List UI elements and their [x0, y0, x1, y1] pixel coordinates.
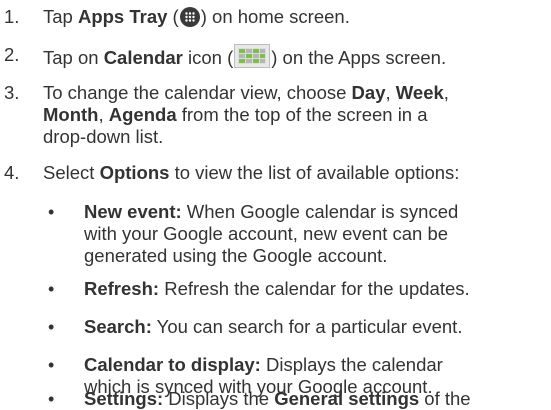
text-fragment: icon ( — [182, 47, 234, 68]
text-fragment: Displays the calendar — [260, 354, 443, 375]
bullet: • — [48, 279, 55, 299]
step-text: Tap Apps Tray ( ) on home screen. — [43, 6, 548, 32]
step-number: 4. — [4, 162, 20, 183]
text-fragment: To change the calendar view, choose — [43, 82, 352, 103]
text-fragment: When Google calendar is synced — [181, 201, 459, 222]
step-text: Select Options to view the list of avail… — [43, 162, 548, 184]
text-fragment: Tap — [43, 6, 78, 27]
option-label: New event: — [84, 201, 182, 222]
option-text: Settings: Displays the General settings … — [84, 388, 548, 410]
text-fragment: drop-down list. — [43, 126, 164, 147]
agenda-label: Agenda — [108, 104, 177, 125]
step-text: To change the calendar view, choose Day,… — [43, 82, 548, 148]
option-text: Search: You can search for a particular … — [84, 316, 548, 338]
text-fragment: Refresh the calendar for the updates. — [159, 278, 470, 299]
general-settings-label: General settings — [274, 388, 420, 409]
calendar-icon-wrap — [233, 44, 271, 73]
text-fragment: Tap on — [43, 47, 104, 68]
text-fragment: , — [385, 82, 396, 103]
text-fragment: generated using the Google account. — [84, 245, 388, 266]
option-label: Refresh: — [84, 278, 160, 299]
options-label: Options — [99, 162, 170, 183]
apps-tray-label: Apps Tray — [77, 6, 168, 27]
option-label: Search: — [84, 316, 152, 337]
option-text: Refresh: Refresh the calendar for the up… — [84, 278, 548, 300]
text-fragment: ) on home screen. — [200, 6, 350, 27]
text-fragment: ( — [167, 6, 179, 27]
day-label: Day — [351, 82, 386, 103]
calendar-label: Calendar — [103, 47, 183, 68]
bullet: • — [48, 355, 55, 375]
step-number: 3. — [4, 82, 20, 103]
text-fragment: Select — [43, 162, 100, 183]
text-fragment: ) on the Apps screen. — [271, 47, 447, 68]
month-label: Month — [43, 104, 99, 125]
step-number: 1. — [4, 6, 20, 27]
bullet: • — [48, 389, 55, 409]
text-fragment: of the — [419, 388, 471, 409]
text-fragment: Displays the — [163, 388, 275, 409]
option-label: Settings: — [84, 388, 164, 409]
text-fragment: from the top of the screen in a — [176, 104, 428, 125]
bullet: • — [48, 317, 55, 337]
apps-tray-icon-wrap — [179, 7, 201, 32]
apps-tray-icon — [179, 7, 200, 27]
week-label: Week — [395, 82, 444, 103]
text-fragment: , — [98, 104, 109, 125]
instructions-page: 1. Tap Apps Tray ( ) on home screen. 2. T… — [0, 0, 551, 409]
option-label: Calendar to display: — [84, 354, 261, 375]
text-fragment: You can search for a particular event. — [151, 316, 463, 337]
option-text: New event: When Google calendar is synce… — [84, 201, 548, 267]
bullet: • — [48, 202, 55, 222]
text-fragment: to view the list of available options: — [169, 162, 460, 183]
text-fragment: with your Google account, new event can … — [84, 223, 449, 244]
text-fragment: , — [443, 82, 449, 103]
step-number: 2. — [4, 44, 20, 65]
calendar-icon — [234, 44, 271, 68]
step-text: Tap on Calendar icon ( ) on the Apps scre… — [43, 44, 548, 73]
